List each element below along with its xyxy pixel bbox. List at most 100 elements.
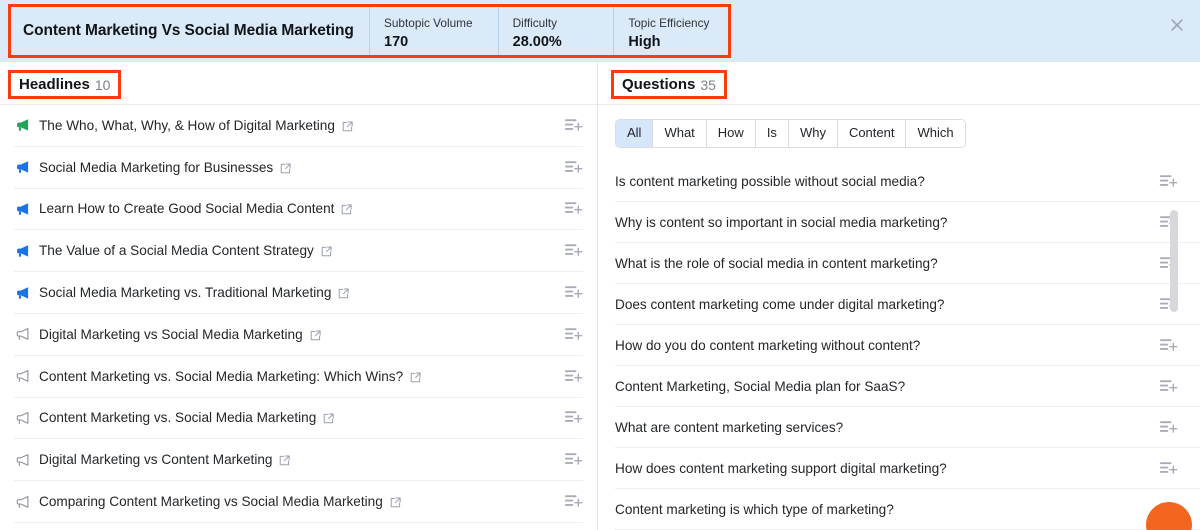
questions-filter-is[interactable]: Is — [756, 120, 789, 147]
question-text: What is the role of social media in cont… — [615, 256, 938, 271]
headline-text: The Value of a Social Media Content Stra… — [39, 243, 314, 258]
questions-panel: Questions 35 AllWhatHowIsWhyContentWhich… — [598, 62, 1200, 530]
close-icon[interactable] — [1168, 16, 1186, 34]
megaphone-icon — [14, 368, 31, 385]
megaphone-icon — [14, 159, 31, 176]
questions-filter-which[interactable]: Which — [906, 120, 964, 147]
question-row[interactable]: Is content marketing possible without so… — [615, 161, 1200, 202]
metric-value: 170 — [384, 32, 498, 53]
headline-text: Content Marketing vs. Social Media Marke… — [39, 410, 316, 425]
question-row[interactable]: Content Marketing, Social Media plan for… — [615, 366, 1200, 407]
add-to-list-icon[interactable] — [564, 284, 583, 301]
metric-label: Topic Efficiency — [628, 15, 728, 32]
question-row[interactable]: Does content marketing come under digita… — [615, 284, 1200, 325]
subtopic-detail-panel: Content Marketing Vs Social Media Market… — [0, 0, 1200, 530]
page-title: Content Marketing Vs Social Media Market… — [23, 22, 354, 40]
external-link-icon[interactable] — [278, 454, 291, 467]
question-row[interactable]: Content marketing is which type of marke… — [615, 489, 1200, 530]
questions-filter-how[interactable]: How — [707, 120, 756, 147]
add-to-list-icon[interactable] — [564, 368, 583, 385]
questions-filter-bar: AllWhatHowIsWhyContentWhich — [598, 105, 1200, 161]
headline-text: Learn How to Create Good Social Media Co… — [39, 201, 334, 216]
headlines-count: 10 — [95, 77, 111, 93]
questions-scrollbar[interactable] — [1170, 210, 1178, 530]
headline-row[interactable]: The Value of a Social Media Content Stra… — [14, 230, 583, 272]
headline-row[interactable]: Comparing Content Marketing vs Social Me… — [14, 481, 583, 523]
question-text: How do you do content marketing without … — [615, 338, 920, 353]
headlines-panel: Headlines 10 The Who, What, Why, & How o… — [0, 62, 598, 530]
headlines-title-annotation: Headlines 10 — [8, 70, 121, 99]
headlines-list: The Who, What, Why, & How of Digital Mar… — [0, 105, 597, 523]
headline-row[interactable]: Content Marketing vs. Social Media Marke… — [14, 356, 583, 398]
external-link-icon[interactable] — [320, 245, 333, 258]
content-body: Headlines 10 The Who, What, Why, & How o… — [0, 62, 1200, 530]
questions-filter-content[interactable]: Content — [838, 120, 907, 147]
question-row[interactable]: How do you do content marketing without … — [615, 325, 1200, 366]
question-row[interactable]: Why is content so important in social me… — [615, 202, 1200, 243]
megaphone-icon — [14, 284, 31, 301]
questions-filter-what[interactable]: What — [653, 120, 706, 147]
headlines-title: Headlines — [19, 76, 90, 93]
questions-filter-why[interactable]: Why — [789, 120, 838, 147]
header-band: Content Marketing Vs Social Media Market… — [0, 0, 1200, 62]
add-to-list-icon[interactable] — [564, 200, 583, 217]
add-to-list-icon[interactable] — [564, 159, 583, 176]
metric-value: High — [628, 32, 728, 53]
question-text: Is content marketing possible without so… — [615, 174, 925, 189]
headline-text: Digital Marketing vs Content Marketing — [39, 452, 272, 467]
headline-row[interactable]: Social Media Marketing for Businesses — [14, 147, 583, 189]
question-row[interactable]: What is the role of social media in cont… — [615, 243, 1200, 284]
add-to-list-icon[interactable] — [564, 117, 583, 134]
headline-row[interactable]: Content Marketing vs. Social Media Marke… — [14, 398, 583, 440]
headline-text: The Who, What, Why, & How of Digital Mar… — [39, 118, 335, 133]
external-link-icon[interactable] — [409, 371, 422, 384]
headline-text: Social Media Marketing vs. Traditional M… — [39, 285, 331, 300]
question-row[interactable]: What are content marketing services? — [615, 407, 1200, 448]
questions-filter-segmented-control: AllWhatHowIsWhyContentWhich — [615, 119, 966, 148]
headline-row[interactable]: Digital Marketing vs Content Marketing — [14, 439, 583, 481]
external-link-icon[interactable] — [309, 329, 322, 342]
headline-row[interactable]: Learn How to Create Good Social Media Co… — [14, 189, 583, 231]
questions-panel-header: Questions 35 — [598, 62, 1200, 105]
megaphone-icon — [14, 409, 31, 426]
external-link-icon[interactable] — [340, 203, 353, 216]
metric-label: Difficulty — [513, 15, 614, 32]
question-text: Content Marketing, Social Media plan for… — [615, 379, 905, 394]
questions-title: Questions — [622, 76, 695, 93]
metric-label: Subtopic Volume — [384, 15, 498, 32]
questions-title-annotation: Questions 35 — [611, 70, 727, 99]
external-link-icon[interactable] — [341, 120, 354, 133]
headline-text: Digital Marketing vs Social Media Market… — [39, 327, 303, 342]
metric-difficulty: Difficulty 28.00% — [498, 7, 614, 55]
question-text: What are content marketing services? — [615, 420, 843, 435]
questions-scrollbar-thumb[interactable] — [1170, 210, 1178, 312]
add-to-list-icon[interactable] — [1159, 173, 1178, 190]
megaphone-icon — [14, 117, 31, 134]
external-link-icon[interactable] — [337, 287, 350, 300]
add-to-list-icon[interactable] — [564, 326, 583, 343]
add-to-list-icon[interactable] — [564, 451, 583, 468]
header-summary-bar: Content Marketing Vs Social Media Market… — [8, 4, 731, 58]
megaphone-icon — [14, 326, 31, 343]
external-link-icon[interactable] — [279, 162, 292, 175]
external-link-icon[interactable] — [389, 496, 402, 509]
questions-filter-all[interactable]: All — [616, 120, 653, 147]
megaphone-icon — [14, 242, 31, 259]
external-link-icon[interactable] — [322, 412, 335, 425]
headlines-panel-header: Headlines 10 — [0, 62, 597, 105]
headline-row[interactable]: Digital Marketing vs Social Media Market… — [14, 314, 583, 356]
question-text: Why is content so important in social me… — [615, 215, 947, 230]
header-title-cell: Content Marketing Vs Social Media Market… — [11, 7, 369, 55]
headline-row[interactable]: Social Media Marketing vs. Traditional M… — [14, 272, 583, 314]
megaphone-icon — [14, 451, 31, 468]
add-to-list-icon[interactable] — [564, 242, 583, 259]
add-to-list-icon[interactable] — [564, 409, 583, 426]
add-to-list-icon[interactable] — [564, 493, 583, 510]
metric-topic-efficiency: Topic Efficiency High — [613, 7, 728, 55]
headline-row[interactable]: The Who, What, Why, & How of Digital Mar… — [14, 105, 583, 147]
question-row[interactable]: How does content marketing support digit… — [615, 448, 1200, 489]
questions-list: Is content marketing possible without so… — [598, 161, 1200, 530]
question-text: Content marketing is which type of marke… — [615, 502, 894, 517]
megaphone-icon — [14, 493, 31, 510]
megaphone-icon — [14, 200, 31, 217]
